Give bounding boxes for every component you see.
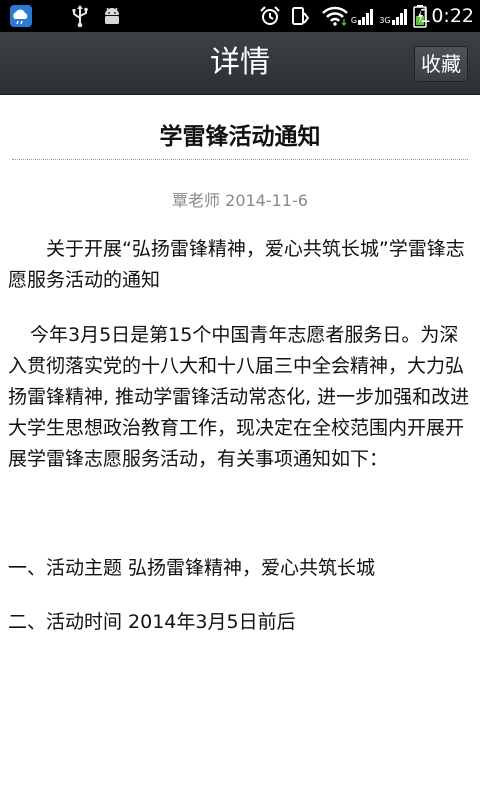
weather-cloud-icon <box>8 0 34 32</box>
signal-icon: 3G <box>378 0 410 32</box>
usb-icon <box>68 0 92 32</box>
page-title: 详情 <box>210 45 270 80</box>
action-bar: 详情 收藏 <box>0 32 480 95</box>
network-type-label: 3G <box>379 15 391 25</box>
article-paragraph: 关于开展“弘扬雷锋精神，爱心共筑长城”学雷锋志愿服务活动的通知 <box>8 238 465 291</box>
signal-icon: G <box>350 0 376 32</box>
article-paragraph: 今年3月5日是第15个中国青年志愿者服务日。为深入贯彻落实党的十八大和十八届三中… <box>8 324 470 470</box>
status-bar-time: 10:22 <box>419 5 474 27</box>
title-divider <box>12 159 468 160</box>
favorite-button[interactable]: 收藏 <box>414 46 468 82</box>
android-debug-icon <box>100 0 124 32</box>
alarm-icon <box>258 0 282 32</box>
article-title: 学雷锋活动通知 <box>159 124 321 150</box>
status-bar: G 3G 10:22 <box>0 0 480 32</box>
vibrate-icon <box>288 0 312 32</box>
article-paragraph: 二、活动时间 2014年3月5日前后 <box>8 611 296 633</box>
article-paragraph: 一、活动主题 弘扬雷锋精神，爱心共筑长城 <box>8 557 376 579</box>
article-meta: 覃老师 2014-11-6 <box>172 191 308 210</box>
wifi-icon <box>320 0 350 32</box>
